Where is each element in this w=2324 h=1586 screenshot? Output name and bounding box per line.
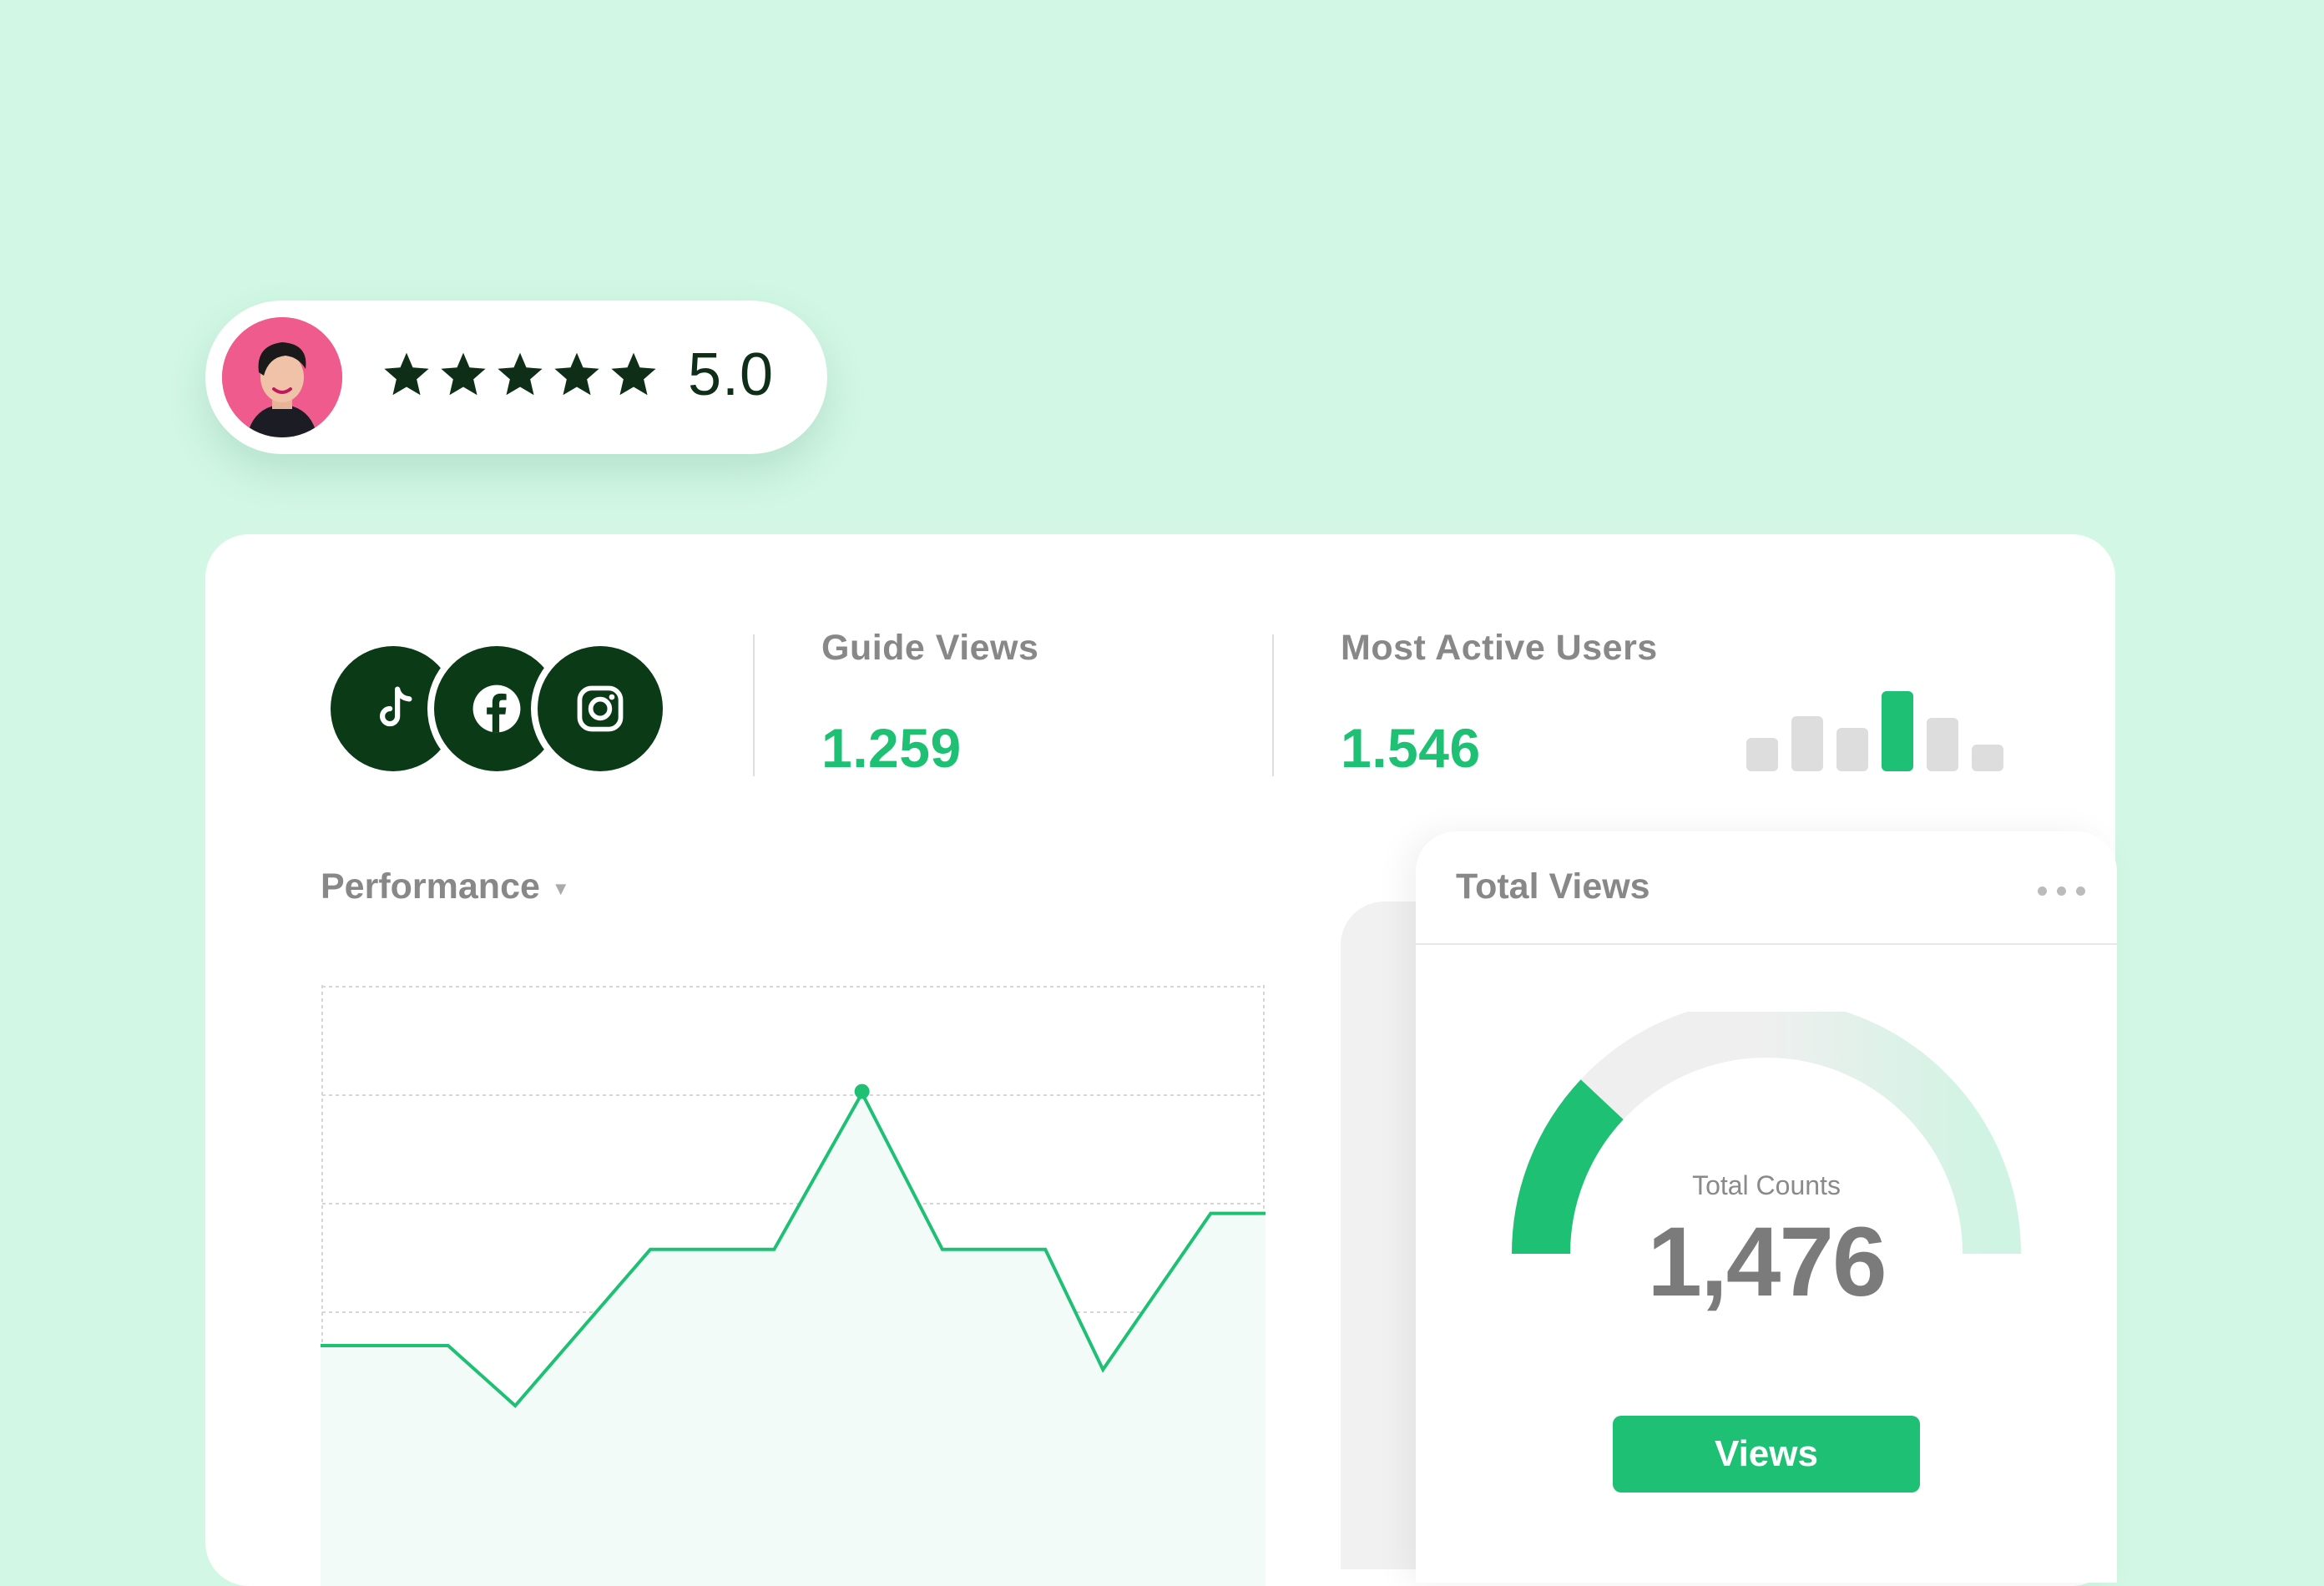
- star-icon: [498, 352, 543, 396]
- avatar-image: [222, 317, 342, 437]
- bar: [1791, 716, 1823, 771]
- instagram-glyph: [577, 685, 624, 732]
- avatar: [222, 317, 342, 437]
- active-users-bar-chart: [1746, 688, 2013, 771]
- gauge-value: 1,476: [1647, 1207, 1887, 1317]
- more-options-icon[interactable]: [2038, 886, 2085, 896]
- total-views-title: Total Views: [1456, 866, 1650, 907]
- rating-badge: 5.0: [205, 301, 827, 454]
- social-icons: [331, 646, 664, 771]
- facebook-glyph: [472, 684, 521, 733]
- most-active-users-label: Most Active Users: [1341, 628, 1658, 668]
- most-active-users-value: 1.546: [1341, 717, 1481, 779]
- total-views-card: Total Views Total Counts 1,476 Views: [1416, 831, 2117, 1583]
- bar: [1927, 718, 1958, 771]
- star-icon: [441, 352, 486, 396]
- guide-views-label: Guide Views: [821, 628, 1039, 668]
- views-button[interactable]: Views: [1613, 1416, 1920, 1493]
- performance-label: Performance: [321, 866, 540, 907]
- divider: [1416, 943, 2117, 945]
- divider: [753, 634, 755, 776]
- bar: [1972, 745, 2003, 771]
- bar: [1836, 728, 1868, 771]
- star-icon: [554, 352, 599, 396]
- tiktok-glyph: [380, 686, 412, 727]
- caret-down-icon: ▼: [551, 877, 570, 899]
- star-icon: [611, 352, 656, 396]
- guide-views-value: 1.259: [821, 717, 962, 779]
- rating-value: 5.0: [688, 341, 775, 408]
- star-rating: [381, 349, 659, 401]
- instagram-icon[interactable]: [538, 646, 663, 771]
- bar: [1746, 738, 1778, 771]
- star-icon: [384, 352, 429, 396]
- performance-dropdown[interactable]: Performance ▼: [321, 866, 570, 907]
- divider: [1272, 634, 1274, 776]
- highlight-point[interactable]: [854, 1083, 870, 1099]
- performance-chart: [321, 985, 1266, 1586]
- bar: [1882, 691, 1913, 771]
- gauge-label: Total Counts: [1692, 1170, 1841, 1200]
